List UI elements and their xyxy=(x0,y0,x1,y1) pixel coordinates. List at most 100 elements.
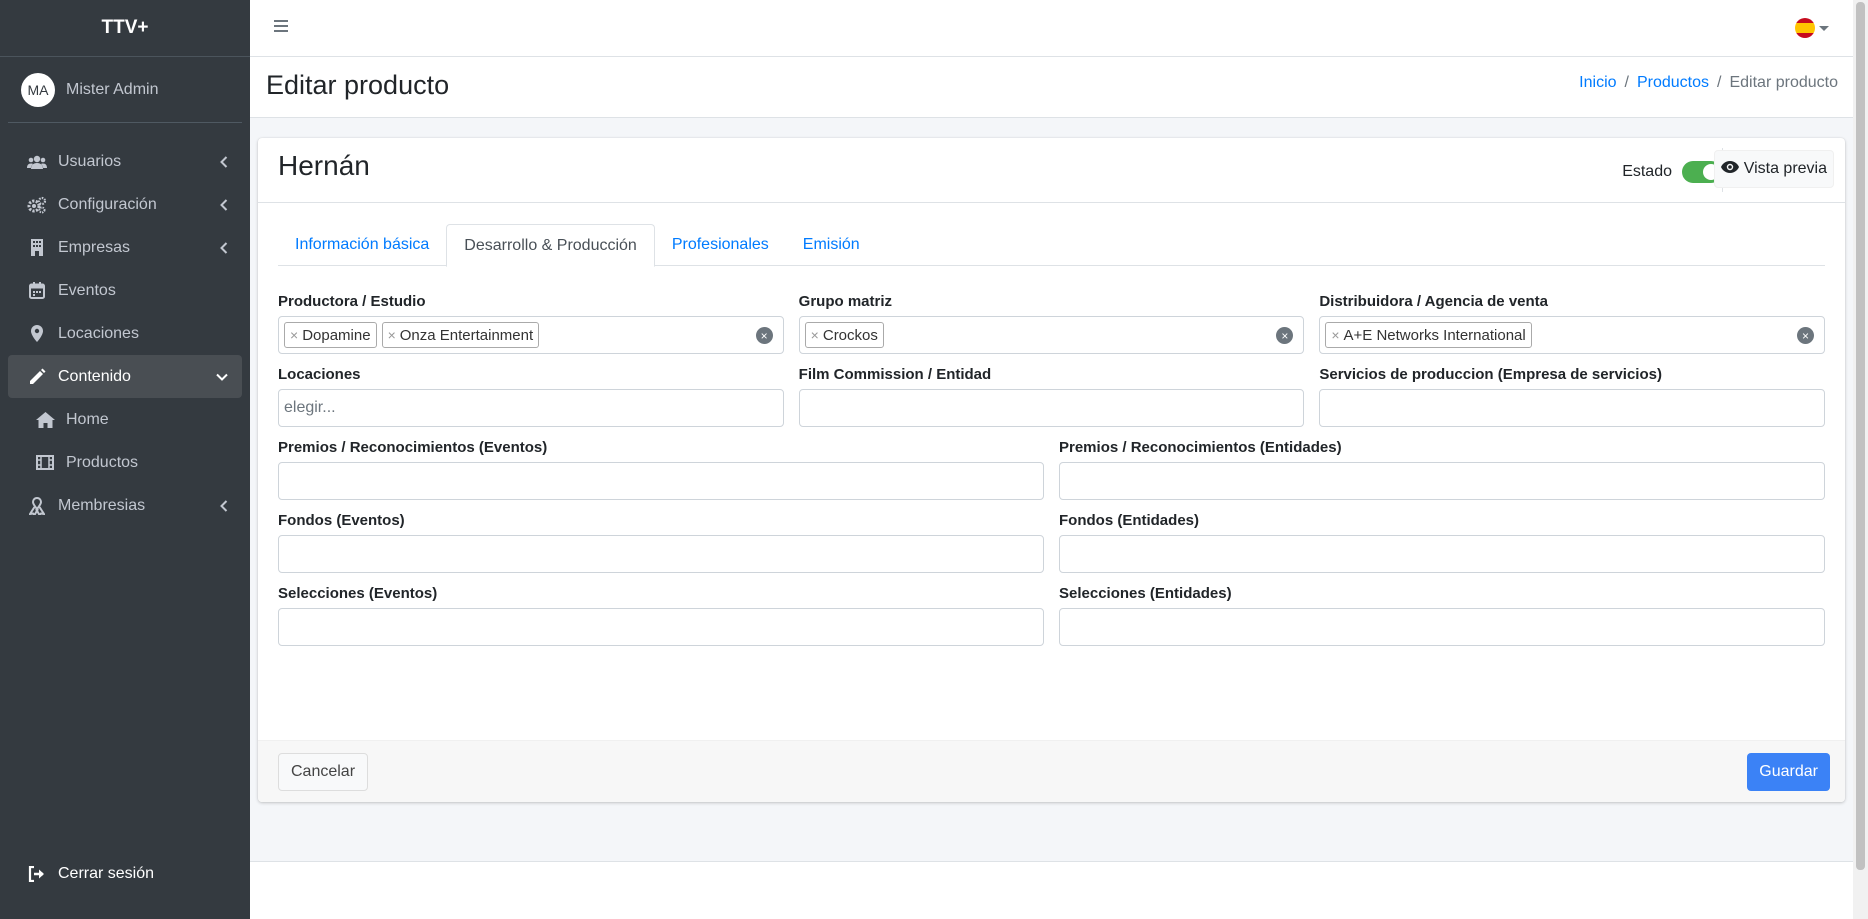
production-form: Productora / Estudio × Dopamine × Onza Ent… xyxy=(278,293,1826,658)
preview-button[interactable]: Vista previa xyxy=(1713,150,1834,188)
remove-tag-icon[interactable]: × xyxy=(1331,327,1339,343)
preview-label: Vista previa xyxy=(1743,160,1827,177)
sidebar-item-productos[interactable]: Productos xyxy=(8,441,242,484)
sidebar-item-label: Membresias xyxy=(58,496,146,514)
map-marker-icon xyxy=(26,325,48,342)
sidebar-item-locaciones[interactable]: Locaciones xyxy=(8,312,242,355)
card-footer: Cancelar Guardar xyxy=(258,740,1845,802)
clear-selection-icon[interactable]: × xyxy=(755,327,773,344)
productora-select[interactable]: × Dopamine × Onza Entertainment × xyxy=(278,316,784,354)
chevron-left-icon xyxy=(220,183,228,226)
film-commission-label: Film Commission / Entidad xyxy=(798,366,992,383)
product-card: Hernán Estado Vista previa Información b… xyxy=(258,138,1845,802)
premios-eventos-select[interactable] xyxy=(278,462,1044,500)
save-button[interactable]: Guardar xyxy=(1747,753,1830,791)
film-icon xyxy=(34,455,56,470)
sidebar-item-label: Contenido xyxy=(58,367,131,385)
logout-link[interactable]: Cerrar sesión xyxy=(8,852,242,896)
sign-out-icon xyxy=(26,866,48,882)
user-panel[interactable]: MA Mister Admin xyxy=(8,57,242,123)
eye-icon xyxy=(1720,160,1739,178)
sidebar-item-contenido[interactable]: Contenido xyxy=(8,355,242,398)
productora-label: Productora / Estudio xyxy=(278,293,426,310)
content-header: Editar producto Inicio / Productos / Edi… xyxy=(250,57,1853,118)
breadcrumb-current: Editar producto xyxy=(1729,74,1838,91)
building-icon xyxy=(26,239,48,256)
caret-down-icon xyxy=(1819,25,1829,31)
chevron-down-icon xyxy=(216,355,228,398)
fondos-entidades-label: Fondos (Entidades) xyxy=(1059,512,1199,529)
film-commission-select[interactable] xyxy=(798,389,1305,427)
spain-flag-icon xyxy=(1795,18,1815,38)
tag-chip[interactable]: × Onza Entertainment xyxy=(381,322,540,348)
vertical-scrollbar[interactable] xyxy=(1853,0,1868,919)
breadcrumb-products-link[interactable]: Productos xyxy=(1637,74,1709,92)
remove-tag-icon[interactable]: × xyxy=(290,327,298,343)
estado-label: Estado xyxy=(1622,163,1672,180)
tabs: Información básica Desarrollo & Producci… xyxy=(278,224,1825,267)
tab-informacion-basica[interactable]: Información básica xyxy=(278,224,446,266)
premios-entidades-select[interactable] xyxy=(1059,462,1825,500)
menu-toggle-icon[interactable] xyxy=(274,19,288,38)
brand-logo[interactable]: TTV+ xyxy=(0,0,250,57)
sidebar-item-eventos[interactable]: Eventos xyxy=(8,269,242,312)
premios-entidades-label: Premios / Reconocimientos (Entidades) xyxy=(1059,439,1342,456)
tag-chip-label: Dopamine xyxy=(302,326,371,344)
sidebar-item-label: Productos xyxy=(66,453,139,471)
tab-profesionales[interactable]: Profesionales xyxy=(655,224,786,266)
pencil-icon xyxy=(26,368,48,386)
chevron-left-icon xyxy=(220,484,228,527)
top-navbar xyxy=(250,0,1853,57)
sidebar-nav: Usuarios Configuración Empresas Eventos xyxy=(8,140,242,527)
tag-chip[interactable]: × Crockos xyxy=(804,322,884,348)
breadcrumb-separator: / xyxy=(1624,74,1629,91)
home-icon xyxy=(34,411,56,428)
distribuidora-select[interactable]: × A+E Networks International × xyxy=(1319,316,1826,354)
fondos-entidades-select[interactable] xyxy=(1059,535,1825,573)
calendar-icon xyxy=(26,282,48,299)
sidebar-item-empresas[interactable]: Empresas xyxy=(8,226,242,269)
breadcrumb-home-link[interactable]: Inicio xyxy=(1579,74,1616,92)
fondos-eventos-select[interactable] xyxy=(278,535,1044,573)
tag-chip[interactable]: × Dopamine xyxy=(284,322,377,348)
sidebar-item-configuracion[interactable]: Configuración xyxy=(8,183,242,226)
servicios-select[interactable] xyxy=(1319,389,1826,427)
locaciones-select[interactable]: elegir... xyxy=(278,389,784,427)
distribuidora-label: Distribuidora / Agencia de venta xyxy=(1319,293,1549,310)
tab-desarrollo-produccion[interactable]: Desarrollo & Producción xyxy=(446,224,655,267)
sidebar-item-label: Locaciones xyxy=(58,324,139,342)
sidebar-item-usuarios[interactable]: Usuarios xyxy=(8,140,242,183)
remove-tag-icon[interactable]: × xyxy=(388,327,396,343)
sidebar-item-label: Eventos xyxy=(58,281,116,299)
breadcrumb-separator: / xyxy=(1717,74,1722,91)
product-title: Hernán xyxy=(278,150,370,181)
user-name[interactable]: Mister Admin xyxy=(66,81,158,99)
clear-selection-icon[interactable]: × xyxy=(1797,327,1815,344)
avatar[interactable]: MA xyxy=(21,72,55,107)
sidebar-item-membresias[interactable]: Membresias xyxy=(8,484,242,527)
locaciones-label: Locaciones xyxy=(278,366,361,383)
tag-chip-label: Crockos xyxy=(822,326,878,344)
grupo-matriz-label: Grupo matriz xyxy=(798,293,893,310)
sidebar-item-label: Home xyxy=(66,410,109,428)
locaciones-placeholder: elegir... xyxy=(284,399,336,416)
cogs-icon xyxy=(26,196,48,214)
selecciones-entidades-label: Selecciones (Entidades) xyxy=(1059,585,1232,602)
cancel-button[interactable]: Cancelar xyxy=(278,753,369,791)
scrollbar-thumb[interactable] xyxy=(1856,2,1865,870)
selecciones-eventos-select[interactable] xyxy=(278,608,1044,646)
sidebar-item-home[interactable]: Home xyxy=(8,398,242,441)
sidebar-item-label: Usuarios xyxy=(58,152,122,170)
logout-label: Cerrar sesión xyxy=(58,865,155,882)
selecciones-entidades-select[interactable] xyxy=(1059,608,1825,646)
servicios-label: Servicios de produccion (Empresa de serv… xyxy=(1319,366,1662,383)
clear-selection-icon[interactable]: × xyxy=(1276,327,1294,344)
grupo-matriz-select[interactable]: × Crockos × xyxy=(798,316,1305,354)
estado-control: Estado xyxy=(1622,161,1722,183)
tag-chip[interactable]: × A+E Networks International xyxy=(1325,322,1532,348)
remove-tag-icon[interactable]: × xyxy=(811,327,819,343)
chevron-left-icon xyxy=(220,226,228,269)
tab-emision[interactable]: Emisión xyxy=(786,224,877,266)
language-selector[interactable] xyxy=(1795,18,1829,38)
sidebar-item-label: Configuración xyxy=(58,195,157,213)
